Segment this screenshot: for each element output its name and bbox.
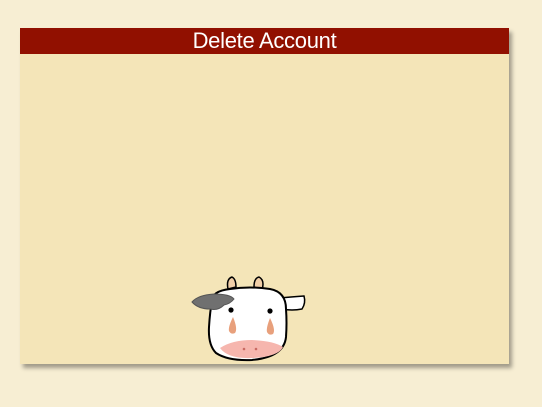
dialog-title-bar: Delete Account bbox=[20, 28, 509, 54]
dialog-content bbox=[20, 54, 509, 364]
sad-cow-icon bbox=[191, 276, 306, 362]
dialog-title: Delete Account bbox=[192, 28, 337, 53]
delete-account-dialog: Delete Account bbox=[20, 28, 509, 364]
